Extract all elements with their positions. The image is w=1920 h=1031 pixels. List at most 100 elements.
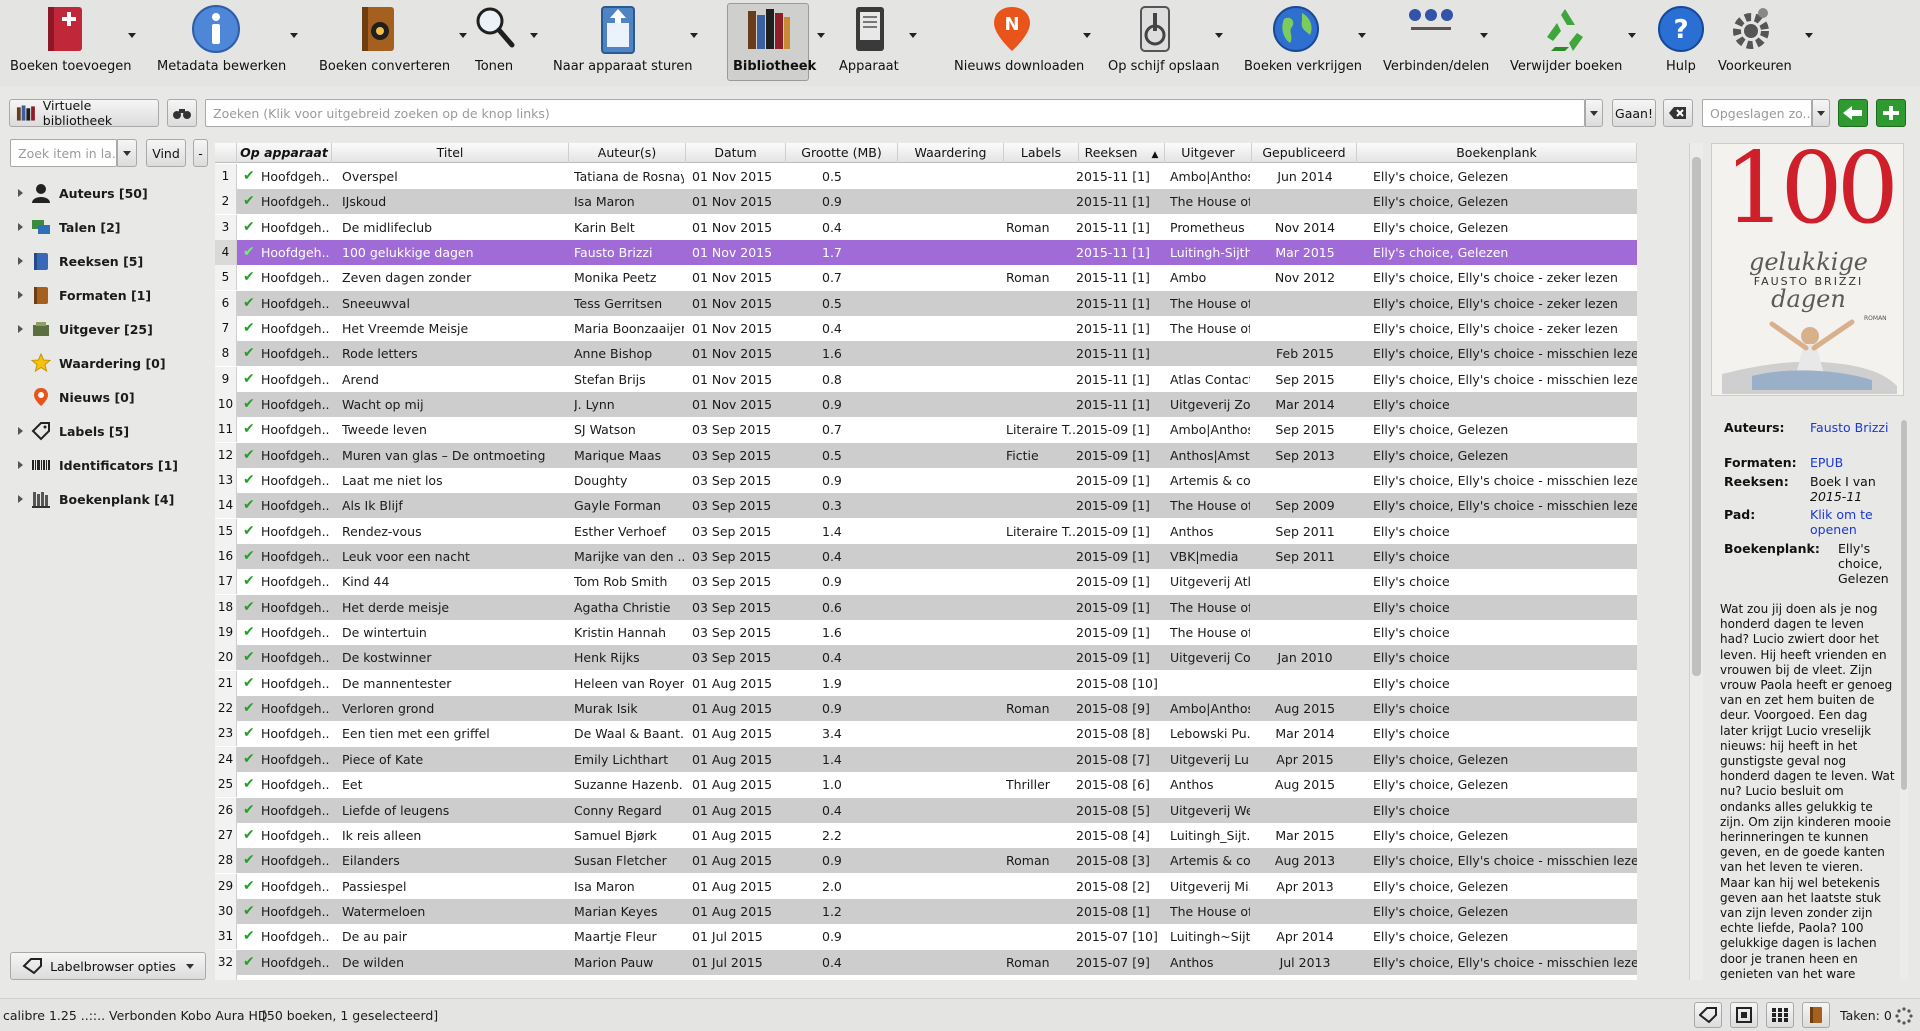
table-row[interactable]: ✔ 17 Hoofdgeh... Kind 44 Tom Rob Smith 03 Sep… xyxy=(215,569,1637,595)
expand-arrow-icon[interactable] xyxy=(18,325,23,333)
table-row[interactable]: ✔ 5 Hoofdgeh... Zeven dagen zonder Monika Pe… xyxy=(215,265,1637,291)
table-row[interactable]: ✔ 6 Hoofdgeh... Sneeuwval Tess Gerritsen 01 N… xyxy=(215,290,1637,316)
column-header-date[interactable]: Datum xyxy=(686,143,786,163)
fetch-news-button[interactable]: N Nieuws downloaden xyxy=(950,0,1091,84)
device-dropdown-arrow[interactable] xyxy=(909,33,917,38)
details-scrollbar[interactable] xyxy=(1900,420,1908,980)
table-row[interactable]: ✔ 23 Hoofdgeh... Een tien met een griffel De… xyxy=(215,721,1637,747)
table-row[interactable]: ✔ 10 Hoofdgeh... Wacht op mij J. Lynn 01 Nov … xyxy=(215,392,1637,418)
path-open-link[interactable]: Klik om te openen xyxy=(1810,507,1905,537)
table-row[interactable]: ✔ 19 Hoofdgeh... De wintertuin Kristin Hanna… xyxy=(215,620,1637,646)
device-button[interactable]: Apparaat xyxy=(830,0,917,84)
edit-metadata-button[interactable]: Metadata bewerken xyxy=(150,0,298,84)
add-books-button[interactable]: Boeken toevoegen xyxy=(0,0,136,84)
table-row[interactable]: ✔ 30 Hoofdgeh... Watermeloen Marian Keyes 01 … xyxy=(215,898,1637,924)
table-row[interactable]: ✔ 4 Hoofdgeh... 100 gelukkige dagen Fausto B… xyxy=(215,240,1637,266)
saved-search-dropdown[interactable] xyxy=(1812,99,1830,127)
preferences-dropdown-arrow[interactable] xyxy=(1805,33,1813,38)
fetch-news-dropdown-arrow[interactable] xyxy=(1083,33,1091,38)
connect-share-button[interactable]: Verbinden/delen xyxy=(1380,0,1489,84)
expand-arrow-icon[interactable] xyxy=(18,495,23,503)
tag-item-labels[interactable]: Labels [5] xyxy=(0,414,210,448)
details-scrollbar-thumb[interactable] xyxy=(1901,420,1907,790)
library-button[interactable]: Bibliotheek xyxy=(727,0,825,84)
table-row[interactable]: ✔ 14 Hoofdgeh... Als Ik Blijf Gayle Forman 03… xyxy=(215,493,1637,519)
tag-item-series[interactable]: Reeksen [5] xyxy=(0,244,210,278)
search-history-dropdown[interactable] xyxy=(1585,99,1603,127)
table-row[interactable]: ✔ 33 Hoofdgeh... Een huis in Frankrijk Eva d… xyxy=(215,974,1637,980)
tag-browser-toggle-button[interactable] xyxy=(1694,1002,1722,1028)
expand-arrow-icon[interactable] xyxy=(18,257,23,265)
save-search-button[interactable] xyxy=(1838,99,1868,127)
expand-arrow-icon[interactable] xyxy=(18,189,23,197)
tag-item-identifiers[interactable]: Identificators [1] xyxy=(0,448,210,482)
table-row[interactable]: ✔ 21 Hoofdgeh... De mannentester Heleen van … xyxy=(215,670,1637,696)
preferences-button[interactable]: Voorkeuren xyxy=(1715,0,1813,84)
column-header-bookshelf[interactable]: Boekenplank xyxy=(1357,143,1637,163)
table-row[interactable]: ✔ 22 Hoofdgeh... Verloren grond Murak Isik 01… xyxy=(215,696,1637,722)
formats-link[interactable]: EPUB xyxy=(1810,455,1905,470)
tag-item-authors[interactable]: Auteurs [50] xyxy=(0,176,210,210)
tag-collapse-button[interactable]: - xyxy=(193,139,208,167)
save-to-disk-dropdown-arrow[interactable] xyxy=(1215,33,1223,38)
column-header-authors[interactable]: Auteur(s) xyxy=(569,143,686,163)
authors-link[interactable]: Fausto Brizzi xyxy=(1810,420,1905,435)
tag-item-news[interactable]: Nieuws [0] xyxy=(0,380,210,414)
book-details-toggle-button[interactable] xyxy=(1802,1002,1830,1028)
table-row[interactable]: ✔ 31 Hoofdgeh... De au pair Maartje Fleur 01 … xyxy=(215,924,1637,950)
table-row[interactable]: ✔ 32 Hoofdgeh... De wilden Marion Pauw 01 Jul… xyxy=(215,949,1637,975)
table-row[interactable]: ✔ 8 Hoofdgeh... Rode letters Anne Bishop 01 N… xyxy=(215,341,1637,367)
remove-books-button[interactable]: Verwijder boeken xyxy=(1505,0,1636,84)
table-row[interactable]: ✔ 16 Hoofdgeh... Leuk voor een nacht Marijke… xyxy=(215,544,1637,570)
table-row[interactable]: ✔ 25 Hoofdgeh... Eet Suzanne Hazenb... 01 Aug… xyxy=(215,772,1637,798)
table-row[interactable]: ✔ 2 Hoofdgeh... IJskoud Isa Maron 01 Nov 2015… xyxy=(215,189,1637,215)
table-row[interactable]: ✔ 1 Hoofdgeh... Overspel Tatiana de Rosnay 01… xyxy=(215,164,1637,189)
table-row[interactable]: ✔ 12 Hoofdgeh... Muren van glas – De ontmoe… xyxy=(215,442,1637,468)
view-button[interactable]: Tonen xyxy=(470,0,540,84)
virtual-library-button[interactable]: Virtuele bibliotheek xyxy=(9,98,159,128)
search-go-button[interactable]: Gaan! xyxy=(1612,99,1656,127)
view-dropdown-arrow[interactable] xyxy=(530,33,538,38)
column-header-series[interactable]: Reeksen ▲ xyxy=(1079,143,1165,163)
expand-arrow-icon[interactable] xyxy=(18,291,23,299)
tag-item-formats[interactable]: Formaten [1] xyxy=(0,278,210,312)
save-to-disk-button[interactable]: Op schijf opslaan xyxy=(1105,0,1223,84)
grid-view-toggle-button[interactable] xyxy=(1766,1002,1794,1028)
table-row[interactable]: ✔ 13 Hoofdgeh... Laat me niet los Doughty 03 … xyxy=(215,468,1637,494)
table-row[interactable]: ✔ 7 Hoofdgeh... Het Vreemde Meisje Maria Boo… xyxy=(215,316,1637,342)
send-to-device-button[interactable]: Naar apparaat sturen xyxy=(550,0,700,84)
add-books-dropdown-arrow[interactable] xyxy=(128,33,136,38)
table-row[interactable]: ✔ 27 Hoofdgeh... Ik reis alleen Samuel Bjørk… xyxy=(215,822,1637,848)
convert-books-dropdown-arrow[interactable] xyxy=(459,33,467,38)
get-books-dropdown-arrow[interactable] xyxy=(1358,33,1366,38)
table-row[interactable]: ✔ 20 Hoofdgeh... De kostwinner Henk Rijks 03 … xyxy=(215,645,1637,671)
remove-books-dropdown-arrow[interactable] xyxy=(1628,33,1636,38)
tag-browser-options-button[interactable]: Labelbrowser opties xyxy=(10,952,206,980)
column-header-published[interactable]: Gepubliceerd xyxy=(1252,143,1357,163)
table-row[interactable]: ✔ 28 Hoofdgeh... Eilanders Susan Fletcher 01 … xyxy=(215,848,1637,874)
help-button[interactable]: ? Hulp xyxy=(1655,0,1705,84)
cover-browser-toggle-button[interactable] xyxy=(1730,1002,1758,1028)
table-row[interactable]: ✔ 18 Hoofdgeh... Het derde meisje Agatha Chr… xyxy=(215,594,1637,620)
library-dropdown-arrow[interactable] xyxy=(817,33,825,38)
jobs-count[interactable]: Taken: 0 xyxy=(1840,1008,1892,1023)
table-row[interactable]: ✔ 15 Hoofdgeh... Rendez-vous Esther Verhoef 0… xyxy=(215,518,1637,544)
table-row[interactable]: ✔ 3 Hoofdgeh... De midlifeclub Karin Belt 01 … xyxy=(215,214,1637,240)
expand-arrow-icon[interactable] xyxy=(18,223,23,231)
column-header-on-device[interactable]: Op apparaat xyxy=(237,143,332,163)
add-saved-search-button[interactable] xyxy=(1876,99,1906,127)
cover-image[interactable]: 100 gelukkige FAUSTO BRIZZI dagen ROMAN xyxy=(1711,143,1904,396)
tag-item-publisher[interactable]: Uitgever [25] xyxy=(0,312,210,346)
table-row[interactable]: ✔ 24 Hoofdgeh... Piece of Kate Emily Lichtha… xyxy=(215,746,1637,772)
edit-metadata-dropdown-arrow[interactable] xyxy=(290,33,298,38)
table-row[interactable]: ✔ 11 Hoofdgeh... Tweede leven SJ Watson 03 Se… xyxy=(215,417,1637,443)
get-books-button[interactable]: Boeken verkrijgen xyxy=(1240,0,1366,84)
send-to-device-dropdown-arrow[interactable] xyxy=(690,33,698,38)
tag-find-input[interactable]: Zoek item in la... xyxy=(10,139,117,167)
expand-arrow-icon[interactable] xyxy=(18,461,23,469)
book-list-scrollbar-thumb[interactable] xyxy=(1692,157,1701,676)
tag-find-dropdown[interactable] xyxy=(117,139,137,167)
column-header-size[interactable]: Grootte (MB) xyxy=(786,143,898,163)
convert-books-button[interactable]: Boeken converteren xyxy=(315,0,467,84)
column-header-labels[interactable]: Labels xyxy=(1004,143,1079,163)
